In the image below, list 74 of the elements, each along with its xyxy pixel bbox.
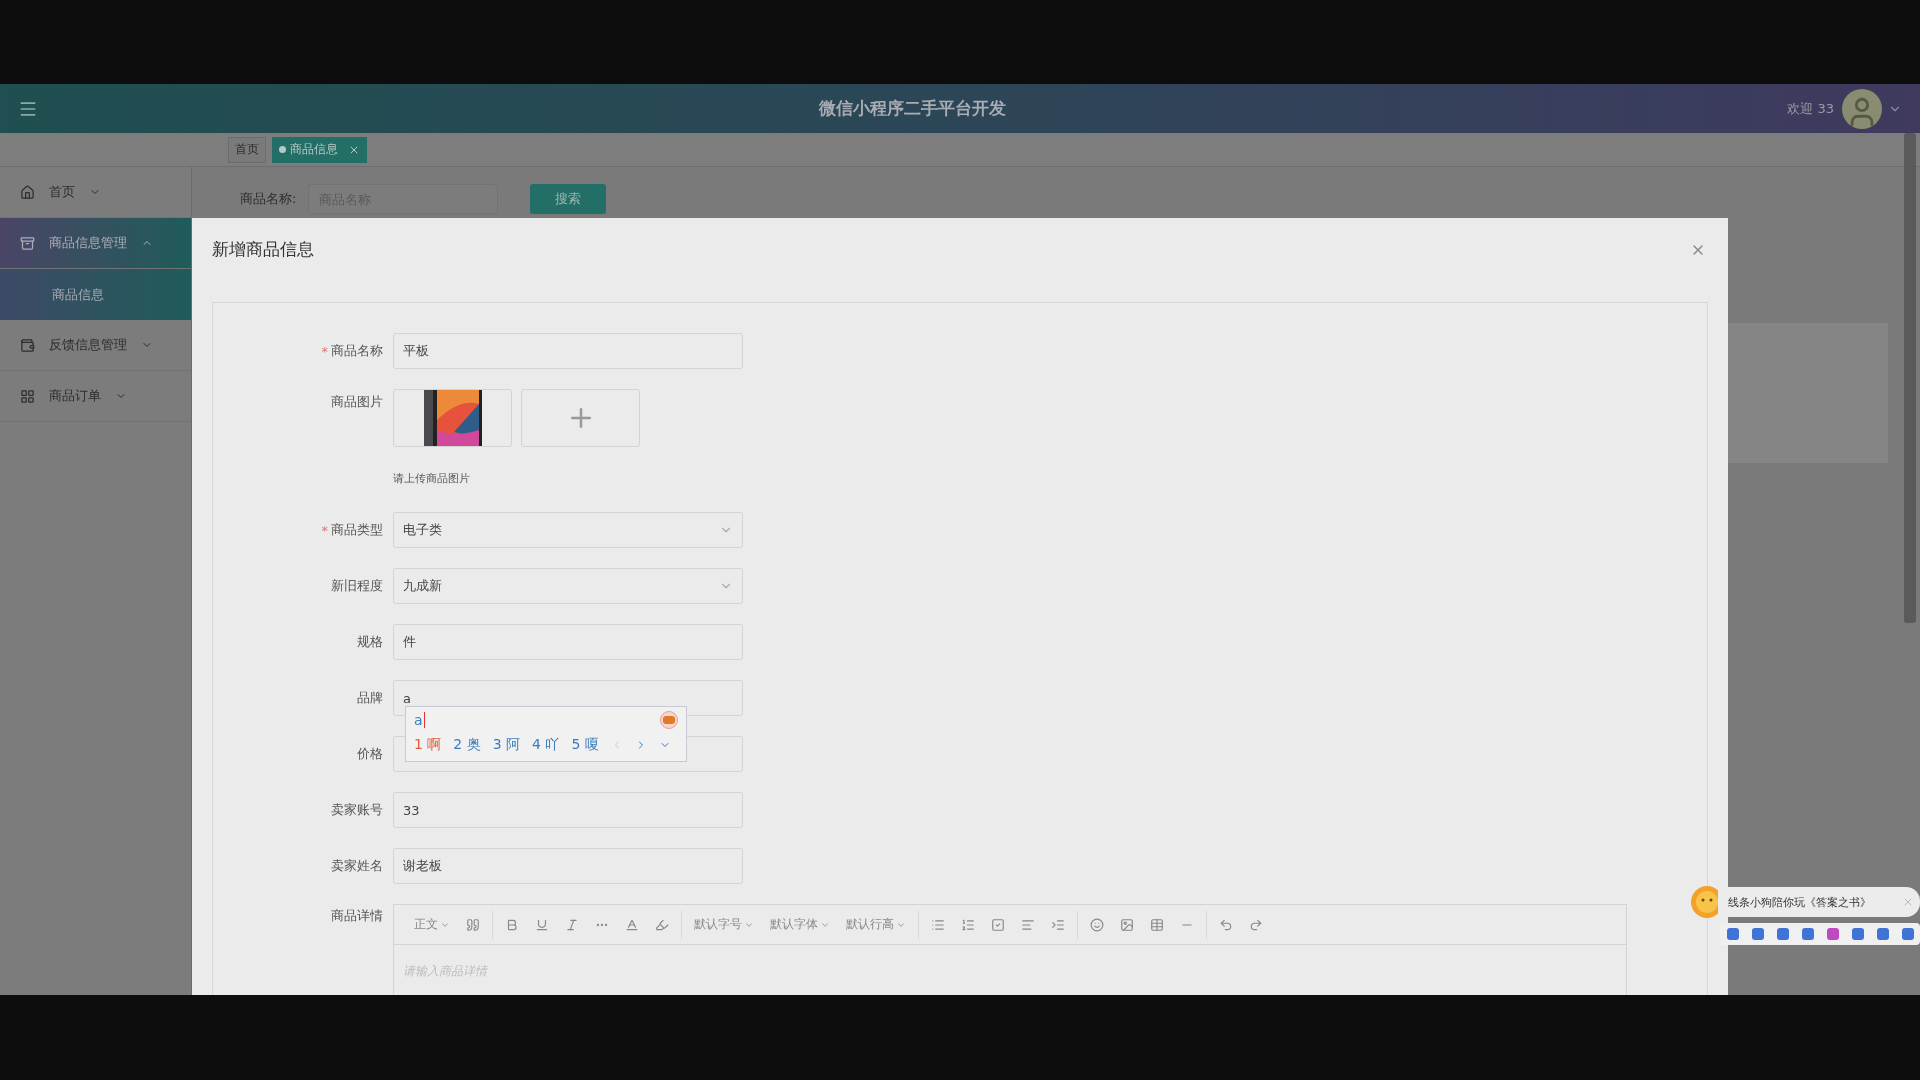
square-icon[interactable] (1726, 928, 1739, 940)
sidebar-item[interactable]: 商品订单 (0, 371, 191, 422)
bold-icon[interactable] (505, 917, 519, 932)
undo-icon[interactable] (1219, 917, 1233, 932)
notification-text: 线条小狗陪你玩《答案之书》 (1728, 894, 1871, 910)
underline-icon[interactable] (535, 917, 549, 932)
field-label: 商品名称 (331, 342, 383, 360)
background-color-icon[interactable] (655, 917, 669, 932)
field-label: 品牌 (357, 689, 383, 707)
square-icon[interactable] (1876, 928, 1889, 940)
dialog-title: 新增商品信息 (212, 238, 314, 261)
dot-icon (279, 146, 286, 153)
italic-icon[interactable] (565, 917, 579, 932)
format-dropdown[interactable]: 正文 (414, 916, 450, 933)
indent-icon[interactable] (1051, 917, 1065, 932)
field-label: 商品图片 (331, 393, 383, 411)
quote-icon[interactable] (466, 917, 480, 932)
square-icon[interactable] (1801, 928, 1814, 940)
field-label: 商品类型 (331, 521, 383, 539)
font-size-dropdown[interactable]: 默认字号 (694, 916, 754, 933)
select-field[interactable]: 九成新 (393, 568, 743, 604)
required-mark: * (321, 343, 328, 359)
field-label: 规格 (357, 633, 383, 651)
search-button[interactable]: 搜索 (530, 184, 607, 214)
home-icon (20, 184, 35, 200)
sidebar-subitem[interactable]: 商品信息 (0, 269, 191, 320)
numbered-list-icon[interactable] (961, 917, 975, 932)
square-icon[interactable] (1826, 928, 1839, 940)
wallet-icon (20, 337, 35, 353)
ime-candidate[interactable]: 5 嗄 (571, 736, 599, 754)
ime-toolbar[interactable] (1720, 923, 1920, 945)
text-field[interactable]: 平板 (393, 333, 743, 369)
ime-candidate[interactable]: 1 啊 (414, 736, 442, 754)
checklist-icon[interactable] (991, 917, 1005, 932)
avatar[interactable] (1842, 88, 1882, 129)
image-icon[interactable] (1120, 917, 1134, 932)
text-field[interactable]: 件 (393, 624, 743, 660)
bullet-list-icon[interactable] (931, 917, 945, 932)
emoji-icon[interactable] (1090, 917, 1104, 932)
close-icon[interactable] (1902, 896, 1914, 908)
table-icon[interactable] (1150, 917, 1164, 932)
field-label: 价格 (357, 745, 383, 763)
ime-candidate[interactable]: 3 阿 (492, 736, 521, 754)
upload-hint: 请上传商品图片 (393, 471, 471, 486)
required-mark: * (321, 522, 328, 538)
welcome-text: 欢迎 33 (1787, 99, 1834, 118)
app-title: 微信小程序二手平台开发 (818, 97, 1008, 120)
font-color-icon[interactable] (625, 917, 639, 932)
align-icon[interactable] (1021, 917, 1035, 932)
ime-candidate[interactable]: 2 奥 (453, 736, 481, 754)
sidebar-item[interactable]: 商品信息管理 (0, 218, 191, 269)
select-field[interactable]: 电子类 (393, 512, 743, 548)
tab[interactable]: 首页 (228, 136, 266, 163)
ime-composition: a (414, 712, 425, 728)
square-icon[interactable] (1851, 928, 1864, 940)
redo-icon[interactable] (1249, 917, 1263, 932)
ime-candidate[interactable]: 4 吖 (532, 736, 560, 754)
line-height-dropdown[interactable]: 默认行高 (846, 916, 906, 933)
sidebar-item[interactable]: 反馈信息管理 (0, 320, 191, 371)
search-label: 商品名称: (240, 190, 297, 208)
grid-icon (20, 388, 35, 404)
text-field[interactable]: 谢老板 (393, 848, 743, 884)
field-label: 卖家账号 (331, 801, 383, 819)
archive-icon (20, 235, 35, 251)
field-label: 卖家姓名 (331, 857, 383, 875)
tab[interactable]: 商品信息 (272, 136, 367, 163)
field-label: 商品详情 (331, 907, 383, 925)
mascot-icon (660, 711, 678, 729)
text-field[interactable]: 33 (393, 792, 743, 828)
font-family-dropdown[interactable]: 默认字体 (770, 916, 830, 933)
square-icon[interactable] (1901, 928, 1914, 940)
square-icon[interactable] (1751, 928, 1764, 940)
square-icon[interactable] (1776, 928, 1789, 940)
field-label: 新旧程度 (331, 577, 383, 595)
